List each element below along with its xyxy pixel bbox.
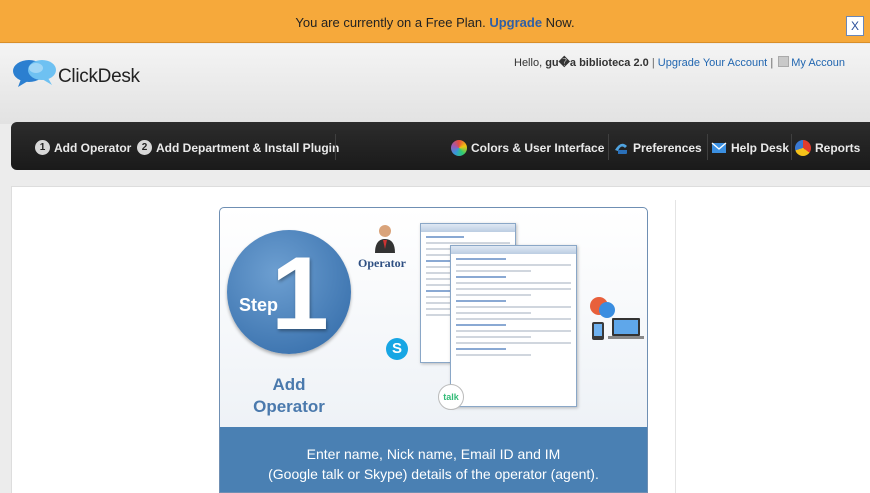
- nav-divider: [791, 134, 792, 160]
- step-title-line2: Operator: [253, 397, 325, 416]
- content-divider: [675, 200, 676, 493]
- step-number-badge: 1: [35, 140, 50, 155]
- banner-upgrade-link[interactable]: Upgrade: [489, 15, 542, 30]
- nav-colors-label: Colors & User Interface: [471, 141, 605, 155]
- free-plan-banner: You are currently on a Free Plan. Upgrad…: [0, 0, 870, 43]
- clickdesk-logo-icon[interactable]: [12, 55, 58, 91]
- banner-close-button[interactable]: X: [846, 16, 864, 36]
- caption-line2: (Google talk or Skype) details of the op…: [268, 466, 599, 482]
- nav-add-department[interactable]: 2 Add Department & Install Plugin: [137, 140, 339, 155]
- nav-colors-ui[interactable]: Colors & User Interface: [451, 140, 604, 156]
- user-avatar-icon: [778, 56, 790, 67]
- visitor-window-illustration: [450, 245, 577, 407]
- banner-message: You are currently on a Free Plan. Upgrad…: [0, 15, 870, 30]
- colors-icon: [451, 140, 467, 156]
- step-card: Step 1 Add Operator Operator S talk Ente…: [219, 207, 648, 493]
- nav-add-operator[interactable]: 1 Add Operator: [35, 140, 131, 155]
- banner-text-after: Now.: [542, 15, 575, 30]
- nav-reports-label: Reports: [815, 141, 861, 155]
- preferences-icon: [615, 143, 627, 154]
- google-talk-icon: talk: [438, 384, 464, 410]
- caption-line1: Enter name, Nick name, Email ID and IM: [306, 446, 561, 462]
- devices-icon: [590, 297, 644, 340]
- operator-label: Operator: [358, 256, 406, 270]
- banner-text-before: You are currently on a Free Plan.: [295, 15, 490, 30]
- nav-reports[interactable]: Reports: [795, 140, 860, 156]
- step-number: 1: [271, 236, 329, 352]
- nav-help-desk[interactable]: Help Desk: [711, 140, 789, 156]
- main-navbar: 1 Add Operator 2 Add Department & Instal…: [11, 122, 870, 170]
- nav-add-operator-label: Add Operator: [54, 140, 132, 155]
- operator-person-icon: [375, 225, 395, 253]
- helpdesk-icon: [711, 142, 727, 153]
- my-account-link[interactable]: My Accoun: [791, 57, 845, 69]
- nav-add-department-label: Add Department & Install Plugin: [156, 140, 340, 155]
- nav-divider: [335, 134, 336, 160]
- upgrade-account-link[interactable]: Upgrade Your Account: [658, 57, 767, 69]
- nav-preferences-label: Preferences: [633, 141, 702, 155]
- greeting-text: Hello,: [514, 57, 546, 69]
- step-title-line1: Add: [272, 375, 306, 394]
- reports-icon: [795, 140, 811, 156]
- account-bar: Hello, gu�a biblioteca 2.0 | Upgrade You…: [514, 56, 846, 69]
- nav-divider: [707, 134, 708, 160]
- skype-icon: S: [386, 338, 408, 360]
- username: gu�a biblioteca 2.0: [545, 57, 649, 69]
- nav-divider: [608, 134, 609, 160]
- step-title: Add Operator: [234, 374, 344, 418]
- nav-help-desk-label: Help Desk: [731, 141, 790, 155]
- step-caption: Enter name, Nick name, Email ID and IM (…: [220, 427, 647, 492]
- logo-text[interactable]: ClickDesk: [58, 66, 140, 88]
- nav-preferences[interactable]: Preferences: [613, 140, 702, 156]
- step-number-badge: 2: [137, 140, 152, 155]
